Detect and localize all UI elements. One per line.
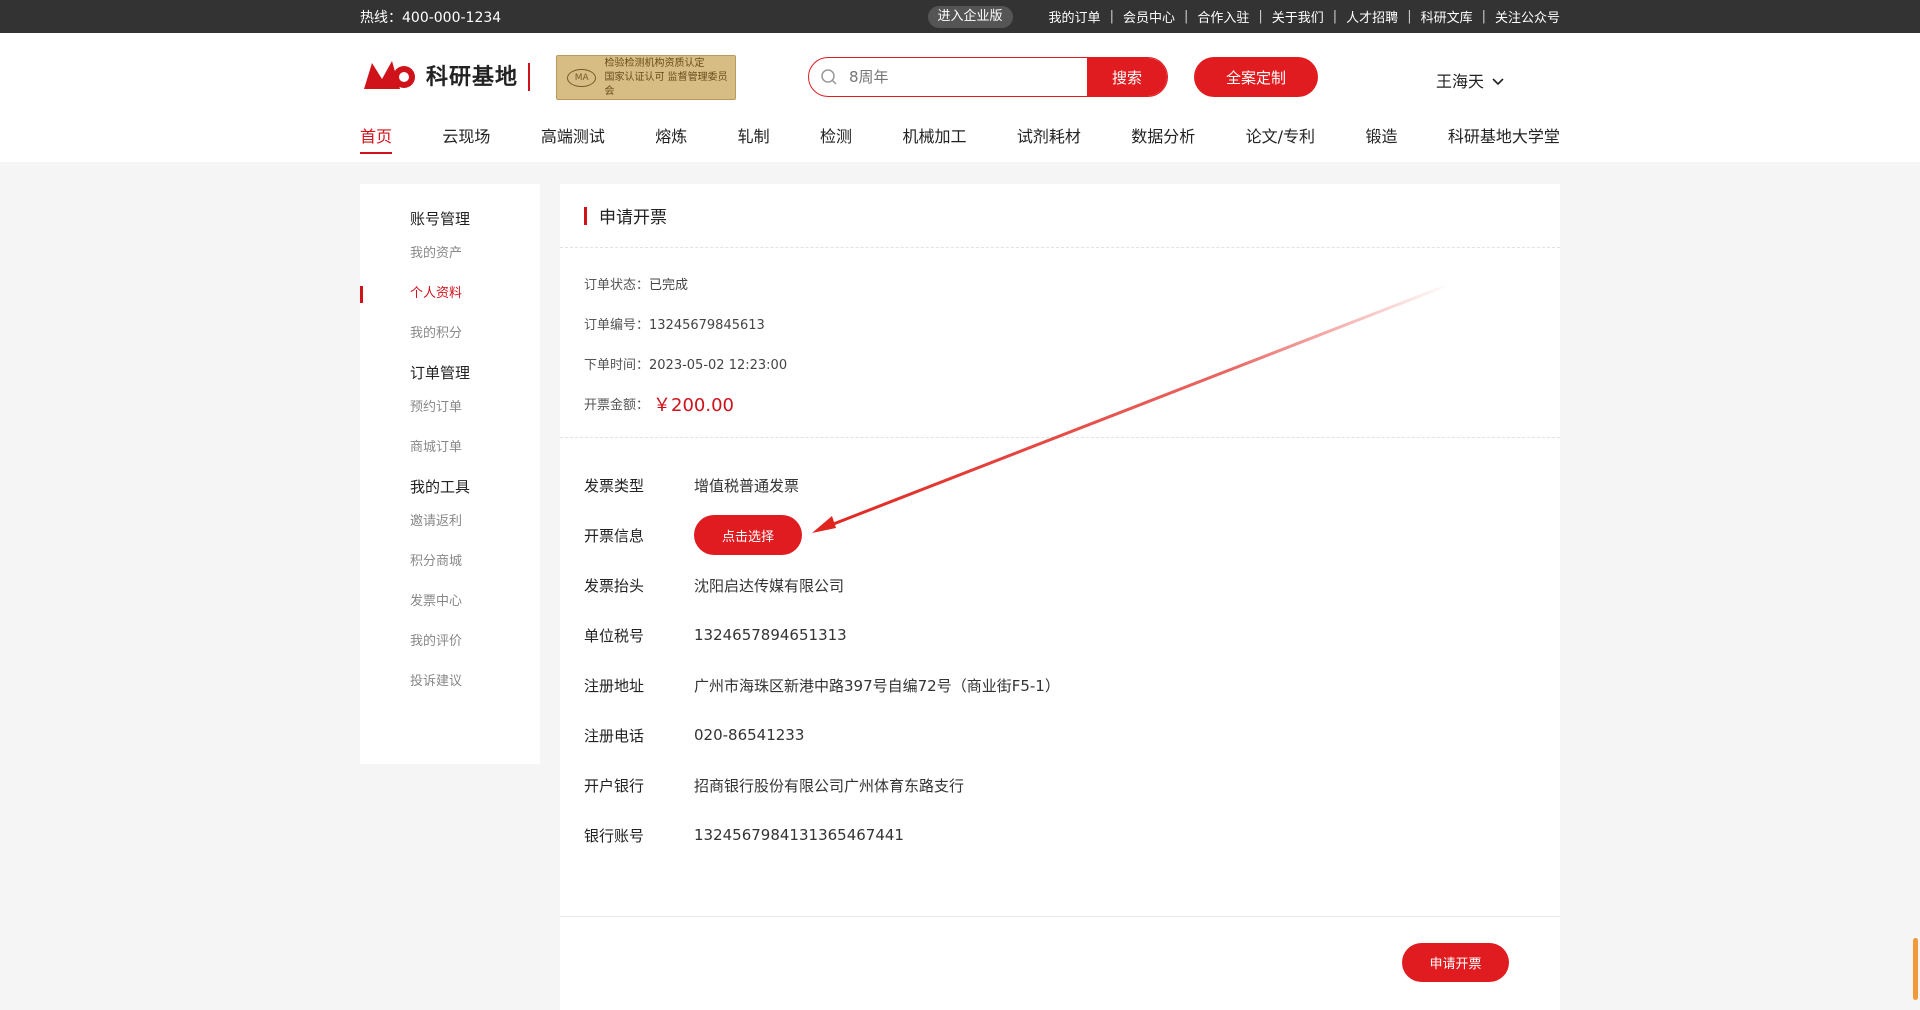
- order-status-value: 已完成: [649, 278, 689, 293]
- sidebar-item-profile[interactable]: 个人资料: [360, 274, 540, 314]
- bank-account-label: 银行账号: [584, 826, 645, 845]
- order-summary: 订单状态： 已完成 订单编号： 13245679845613 下单时间： 2023-0…: [560, 248, 1560, 438]
- nav-reagents[interactable]: 试剂耗材: [1017, 123, 1081, 154]
- enterprise-button[interactable]: 进入企业版: [927, 5, 1013, 28]
- nav-high-end-testing[interactable]: 高端测试: [541, 123, 605, 154]
- main-nav: 首页 云现场 高端测试 熔炼 轧制 检测 机械加工 试剂耗材 数据分析 论文/专…: [360, 123, 1560, 162]
- invoice-panel: 申请开票 订单状态： 已完成 订单编号： 13245679845613 下单时间： 2…: [560, 184, 1560, 1010]
- bank-account-value: 1324567984131365467441: [694, 826, 904, 844]
- top-bar: 热线：400-000-1234 进入企业版 我的订单 | 会员中心 | 合作入驻 | …: [0, 0, 1920, 33]
- sidebar: 账号管理 我的资产 个人资料 我的积分 订单管理 预约订单 商城订单 我的工具 …: [360, 184, 540, 764]
- cma-badge-icon: MA: [567, 68, 597, 87]
- invoice-type-label: 发票类型: [584, 476, 645, 495]
- apply-invoice-button[interactable]: 申请开票: [1402, 943, 1509, 982]
- logo-mark-icon: [360, 55, 420, 95]
- nav-home[interactable]: 首页: [360, 123, 393, 154]
- username: 王海天: [1436, 72, 1485, 91]
- sidebar-item-mall-orders[interactable]: 商城订单: [360, 428, 540, 468]
- sidebar-item-points-mall[interactable]: 积分商城: [360, 542, 540, 582]
- top-link-wechat[interactable]: 关注公众号: [1495, 7, 1560, 26]
- page-title: 申请开票: [599, 208, 667, 228]
- main-area: 账号管理 我的资产 个人资料 我的积分 订单管理 预约订单 商城订单 我的工具 …: [360, 184, 1560, 1010]
- search-button[interactable]: 搜索: [1087, 58, 1167, 96]
- top-link-orders[interactable]: 我的订单: [1049, 7, 1101, 26]
- sidebar-item-points[interactable]: 我的积分: [360, 314, 540, 354]
- top-links: 我的订单 | 会员中心 | 合作入驻 | 关于我们 | 人才招聘 | 科研文库 | 关注公众…: [1048, 7, 1560, 26]
- sidebar-item-complaints[interactable]: 投诉建议: [360, 662, 540, 702]
- registered-address-value: 广州市海珠区新港中路397号自编72号（商业街F5-1）: [694, 676, 1060, 695]
- user-menu[interactable]: 王海天: [1436, 68, 1504, 92]
- order-time-value: 2023-05-02 12:23:00: [649, 358, 788, 373]
- bank-value: 招商银行股份有限公司广州体育东路支行: [694, 776, 965, 795]
- order-number-label: 订单编号：: [584, 318, 650, 333]
- chevron-down-icon: [1492, 71, 1504, 90]
- sidebar-item-reviews[interactable]: 我的评价: [360, 622, 540, 662]
- sidebar-group-orders: 订单管理: [410, 364, 471, 382]
- cma-line2: 国家认证认可 监督管理委员会: [604, 71, 728, 97]
- top-link-jobs[interactable]: 人才招聘: [1346, 7, 1398, 26]
- nav-smelting[interactable]: 熔炼: [655, 123, 687, 154]
- invoice-amount-label: 开票金额：: [584, 398, 650, 413]
- sidebar-item-assets[interactable]: 我的资产: [360, 234, 540, 274]
- nav-rolling[interactable]: 轧制: [738, 123, 770, 154]
- invoice-amount-value: ￥200.00: [653, 395, 734, 416]
- invoice-info-label: 开票信息: [584, 526, 645, 545]
- search-box: 搜索: [808, 57, 1168, 97]
- search-input[interactable]: [849, 58, 1087, 96]
- logo[interactable]: 科研基地: [360, 55, 518, 95]
- logo-text: 科研基地: [426, 65, 519, 90]
- order-number-value: 13245679845613: [649, 318, 765, 333]
- nav-machining[interactable]: 机械加工: [902, 123, 966, 154]
- nav-data-analysis[interactable]: 数据分析: [1131, 123, 1195, 154]
- nav-cloud-site[interactable]: 云现场: [442, 123, 490, 154]
- cma-line1: 检验检测机构资质认定: [604, 57, 705, 69]
- sidebar-item-invoice-center[interactable]: 发票中心: [360, 582, 540, 622]
- invoice-title-label: 发票抬头: [584, 576, 645, 595]
- sidebar-group-account: 账号管理: [410, 210, 471, 228]
- custom-plan-button[interactable]: 全案定制: [1194, 57, 1318, 97]
- bank-label: 开户银行: [584, 776, 645, 795]
- invoice-type-value: 增值税普通发票: [694, 476, 800, 495]
- invoice-details: 发票类型 增值税普通发票 开票信息 点击选择 发票抬头 沈阳启达传媒有限公司 单位税号…: [560, 438, 1560, 917]
- registered-phone-value: 020-86541233: [694, 726, 805, 744]
- sidebar-item-referral[interactable]: 邀请返利: [360, 502, 540, 542]
- nav-forging[interactable]: 锻造: [1365, 123, 1397, 154]
- header: 科研基地 MA 检验检测机构资质认定 国家认证认可 监督管理委员会 搜索 全案定…: [0, 33, 1920, 162]
- nav-academy[interactable]: 科研基地大学堂: [1448, 123, 1560, 154]
- invoice-title-value: 沈阳启达传媒有限公司: [694, 576, 845, 595]
- search-icon: [809, 58, 849, 96]
- sidebar-group-tools: 我的工具: [410, 478, 471, 496]
- top-link-about[interactable]: 关于我们: [1272, 7, 1324, 26]
- order-time-label: 下单时间：: [584, 358, 650, 373]
- registered-phone-label: 注册电话: [584, 726, 645, 745]
- logo-divider: [528, 63, 530, 91]
- tax-number-value: 1324657894651313: [694, 626, 847, 644]
- nav-inspection[interactable]: 检测: [820, 123, 852, 154]
- top-link-partner[interactable]: 合作入驻: [1197, 7, 1249, 26]
- tax-number-label: 单位税号: [584, 626, 645, 645]
- top-link-member[interactable]: 会员中心: [1123, 7, 1175, 26]
- panel-header: 申请开票: [560, 184, 1560, 248]
- cma-certificate: MA 检验检测机构资质认定 国家认证认可 监督管理委员会: [556, 55, 736, 100]
- order-status-label: 订单状态：: [584, 278, 650, 293]
- select-invoice-info-button[interactable]: 点击选择: [694, 515, 802, 555]
- nav-papers-patents[interactable]: 论文/专利: [1246, 123, 1315, 154]
- top-link-library[interactable]: 科研文库: [1421, 7, 1473, 26]
- registered-address-label: 注册地址: [584, 676, 645, 695]
- sidebar-item-booking-orders[interactable]: 预约订单: [360, 388, 540, 428]
- scroll-indicator[interactable]: [1913, 938, 1918, 1000]
- hotline: 热线：400-000-1234: [360, 9, 502, 26]
